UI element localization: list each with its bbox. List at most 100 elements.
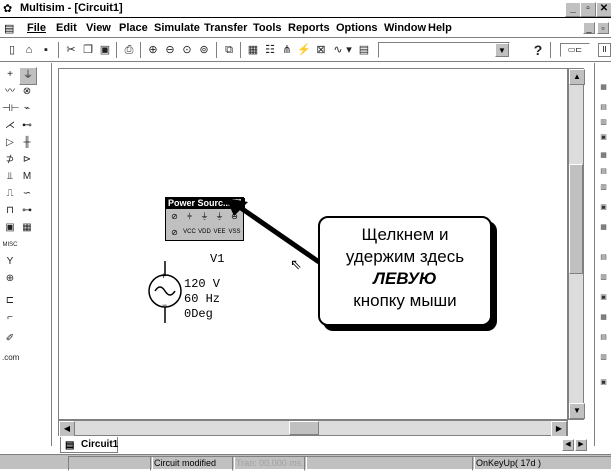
frequency-counter-icon[interactable]: ▦ (597, 313, 610, 323)
source-icon[interactable]: + (2, 67, 18, 83)
close-icon[interactable]: ✕ (596, 2, 611, 17)
signal-source-icon[interactable]: ⊗ (19, 84, 35, 100)
zoom-in-icon[interactable]: ⊕ (145, 42, 161, 58)
menu-simulate[interactable]: Simulate (154, 22, 200, 34)
postprocessor-icon[interactable]: ⊠ (313, 42, 329, 58)
component-icon[interactable]: ⧉ (221, 42, 237, 58)
opamp-icon[interactable]: ⊳ (19, 152, 35, 168)
horizontal-scrollbar[interactable]: ◀ ▶ (58, 420, 568, 437)
vertical-scrollbar[interactable]: ▲ ▼ (568, 68, 585, 420)
measurement-probe-icon[interactable]: ▣ (597, 378, 610, 388)
distortion-analyzer-icon[interactable]: ▦ (597, 223, 610, 233)
calculator-icon[interactable]: ▤ (356, 42, 372, 58)
diode-icon[interactable]: ⊣⊢ (2, 101, 19, 117)
scroll-thumb[interactable] (289, 421, 319, 435)
tab-scroll-right-icon[interactable]: ▶ (575, 439, 587, 451)
minimize-icon[interactable]: _ (565, 2, 581, 17)
open-icon[interactable]: ⌂ (21, 42, 37, 58)
spreadsheet-icon[interactable]: ▦ (245, 42, 261, 58)
logic-analyzer-icon[interactable]: ▥ (597, 183, 610, 193)
print-icon[interactable]: ⎙ (121, 42, 137, 58)
misc-icon[interactable]: MISC (2, 237, 18, 253)
spectrum-analyzer-icon[interactable]: ▤ (597, 253, 610, 263)
mixed-icon[interactable]: ⊓ (2, 203, 18, 219)
scroll-left-icon[interactable]: ◀ (59, 421, 75, 437)
display-icon[interactable]: ▦ (19, 220, 35, 236)
menu-transfer[interactable]: Transfer (204, 22, 247, 34)
misc-digital-icon[interactable]: ⎍ (2, 186, 18, 202)
wattmeter-icon[interactable]: ▥ (597, 118, 610, 128)
tektronix-icon[interactable]: ▥ (597, 353, 610, 363)
in-use-list[interactable]: ▼ (378, 42, 510, 58)
function-generator-icon[interactable]: ▤ (597, 103, 610, 113)
ttl-icon[interactable]: ⊅ (2, 152, 18, 168)
menu-window[interactable]: Window (384, 22, 426, 34)
ladder-icon[interactable]: ⊏ (2, 293, 18, 309)
word-generator-icon[interactable]: ▤ (597, 167, 610, 177)
menu-help[interactable]: Help (428, 22, 452, 34)
scroll-right-icon[interactable]: ▶ (551, 421, 567, 437)
save-icon[interactable]: ▪ (38, 42, 54, 58)
vdd-icon[interactable]: VCC (183, 226, 196, 239)
tab-circuit1[interactable]: ▤ Circuit1 (60, 437, 118, 453)
agilent-icon[interactable]: ▤ (597, 333, 610, 343)
menu-reports[interactable]: Reports (288, 22, 330, 34)
logic-converter-icon[interactable]: ▣ (597, 203, 610, 213)
electromechanical-icon[interactable]: ⊕ (2, 271, 18, 287)
bode-plotter-icon[interactable]: ▦ (597, 151, 610, 161)
menu-options[interactable]: Options (336, 22, 378, 34)
simulate-switch-icon[interactable]: ▭⊏ (560, 43, 590, 57)
doc-restore-icon[interactable]: ▫ (597, 22, 609, 34)
dropdown-arrow-icon[interactable]: ▼ (495, 43, 509, 57)
grapher-icon[interactable]: ∿ (330, 42, 346, 58)
cut-icon[interactable]: ✂ (63, 42, 79, 58)
maximize-icon[interactable]: ▫ (580, 2, 596, 17)
ground-icon[interactable]: ⏚ (198, 210, 211, 223)
analyzer-icon[interactable]: ⊶ (19, 203, 35, 219)
meter-icon[interactable]: M (19, 169, 35, 185)
probe-icon[interactable]: ✐ (2, 331, 18, 347)
menu-edit[interactable]: Edit (56, 22, 77, 34)
menu-file[interactable]: File (27, 22, 46, 34)
cmos-icon[interactable]: ⫫ (2, 169, 18, 185)
logic-icon[interactable]: ∽ (19, 186, 35, 202)
zoom-out-icon[interactable]: ⊖ (162, 42, 178, 58)
menu-place[interactable]: Place (119, 22, 148, 34)
wire-icon[interactable]: ⌐ (2, 310, 18, 326)
new-icon[interactable]: ▯ (4, 42, 20, 58)
transistor-icon[interactable]: ⋌ (2, 118, 18, 134)
ac-power-icon[interactable]: ⊘ (168, 210, 181, 223)
zoom-area-icon[interactable]: ⊙ (179, 42, 195, 58)
web-icon[interactable]: .com (2, 350, 19, 366)
network-analyzer-icon[interactable]: ▥ (597, 273, 610, 283)
multimeter-icon[interactable]: ▦ (597, 83, 610, 93)
power-source-icon[interactable]: ⏚ (19, 67, 37, 85)
zoom-fit-icon[interactable]: ⊚ (196, 42, 212, 58)
vcc-icon[interactable]: ⊘ (168, 226, 181, 239)
paste-icon[interactable]: ▣ (97, 42, 113, 58)
indicator-icon[interactable]: ▣ (2, 220, 18, 236)
doc-minimize-icon[interactable]: _ (583, 22, 595, 34)
tab-scroll-left-icon[interactable]: ◀ (562, 439, 574, 451)
vee-icon[interactable]: VDD (198, 226, 211, 239)
menu-view[interactable]: View (86, 22, 111, 34)
capacitor-icon[interactable]: ╫ (19, 135, 35, 151)
scroll-down-icon[interactable]: ▼ (569, 403, 585, 419)
scroll-up-icon[interactable]: ▲ (569, 69, 585, 85)
scroll-thumb[interactable] (569, 164, 583, 274)
dropdown-arrow-icon[interactable]: ▾ (345, 42, 353, 58)
database-icon[interactable]: ☷ (262, 42, 278, 58)
help-button[interactable]: ? (530, 42, 546, 58)
rf-icon[interactable]: Y (2, 254, 18, 270)
pause-icon[interactable]: II (598, 43, 611, 57)
copy-icon[interactable]: ❐ (80, 42, 96, 58)
basic-icon[interactable]: 〰 (2, 84, 18, 100)
dc-power-icon[interactable]: ⫩ (183, 210, 196, 223)
analog-icon[interactable]: ▷ (2, 135, 18, 151)
controlled-source-icon[interactable]: ⌁ (19, 101, 35, 117)
oscilloscope-icon[interactable]: ▣ (597, 133, 610, 143)
hierarchy-icon[interactable]: ⋔ (279, 42, 295, 58)
switch-icon[interactable]: ⊷ (19, 118, 35, 134)
electrical-rules-icon[interactable]: ⚡ (296, 42, 312, 58)
menu-tools[interactable]: Tools (253, 22, 282, 34)
